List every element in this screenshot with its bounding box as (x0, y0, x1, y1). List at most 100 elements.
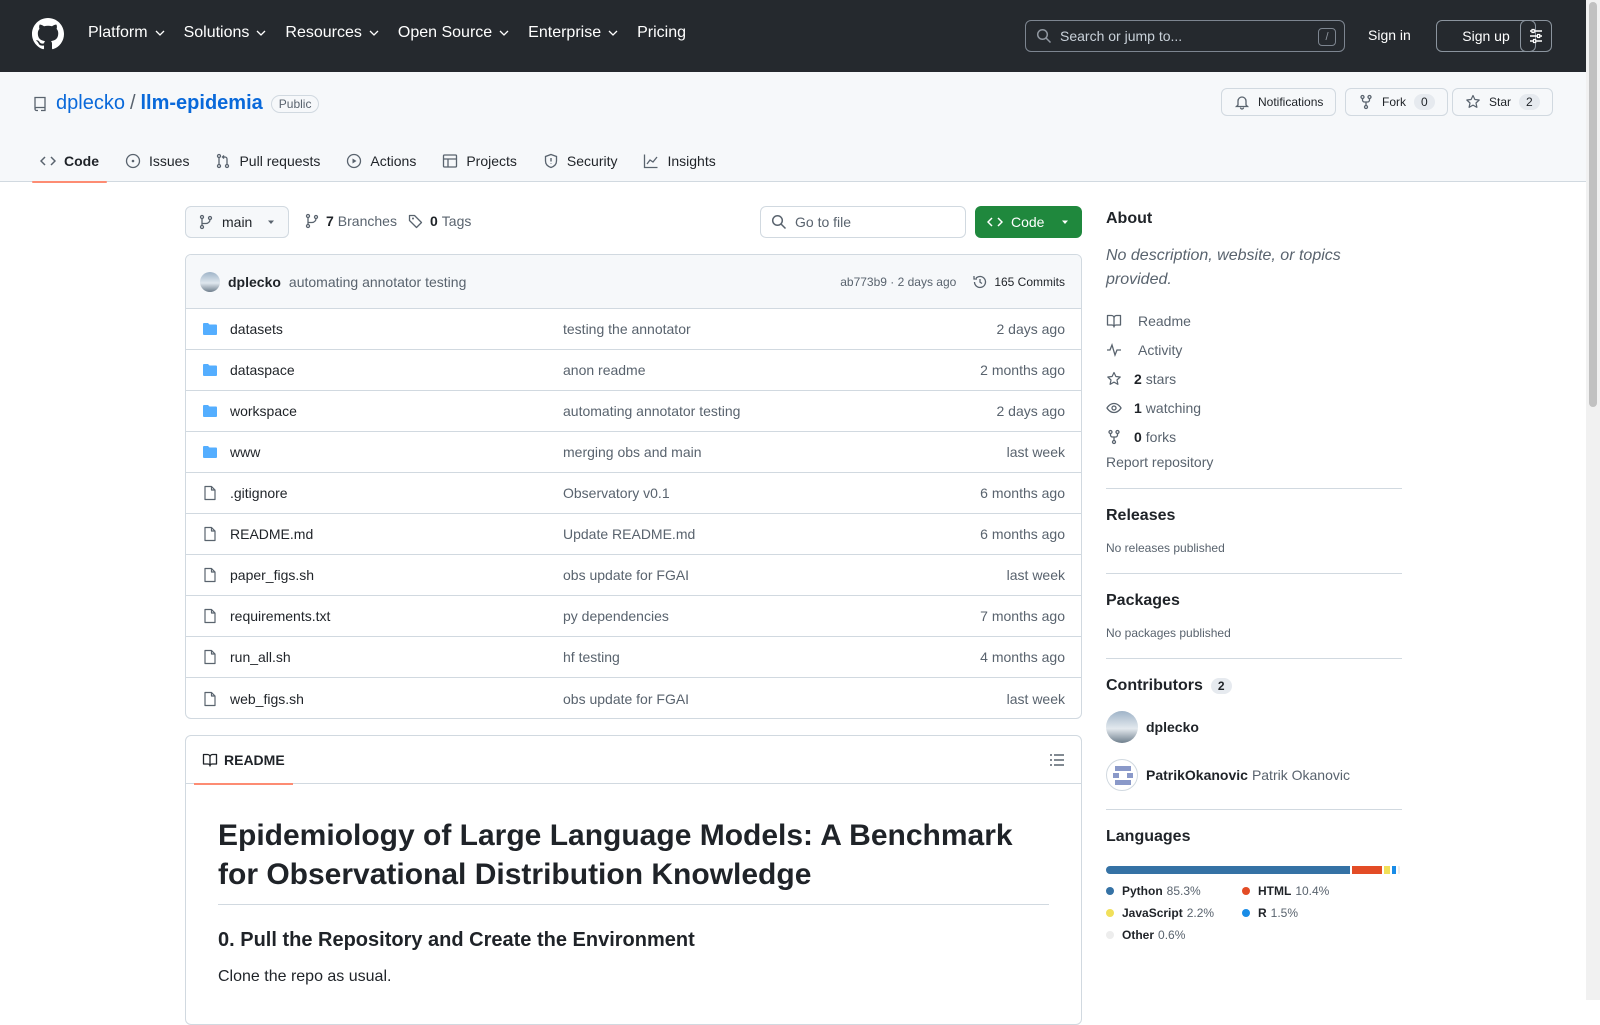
file-name-link[interactable]: web_figs.sh (230, 691, 563, 707)
scrollbar-thumb[interactable] (1589, 2, 1597, 407)
nav-solutions[interactable]: Solutions (184, 24, 268, 42)
file-row: datasets testing the annotator 2 days ago (186, 309, 1081, 350)
file-icon (204, 649, 216, 665)
file-commit-message[interactable]: anon readme (563, 362, 980, 378)
file-icon (204, 485, 216, 501)
commits-history-link[interactable]: 165 Commits (972, 274, 1065, 290)
file-commit-message[interactable]: Update README.md (563, 526, 980, 542)
file-name-link[interactable]: run_all.sh (230, 649, 563, 665)
commit-message[interactable]: automating annotator testing (289, 274, 466, 290)
nav-resources[interactable]: Resources (285, 24, 379, 42)
file-commit-message[interactable]: automating annotator testing (563, 403, 997, 419)
fork-button[interactable]: Fork 0 (1345, 88, 1448, 116)
tab-issues[interactable]: Issues (117, 140, 197, 182)
language-bar-segment (1392, 866, 1397, 874)
file-row: workspace automating annotator testing 2 d… (186, 391, 1081, 432)
file-commit-message[interactable]: py dependencies (563, 608, 980, 624)
commit-hash-time[interactable]: ab773b9 · 2 days ago (840, 275, 956, 289)
file-name-link[interactable]: www (230, 444, 563, 460)
tab-actions[interactable]: Actions (338, 140, 424, 182)
language-item[interactable]: JavaScript 2.2% (1106, 906, 1226, 920)
file-commit-date: 2 days ago (996, 321, 1066, 337)
star-button[interactable]: Star 2 (1452, 88, 1553, 116)
branch-selector[interactable]: main (185, 206, 289, 238)
star-count: 2 (1519, 94, 1540, 110)
file-row: .gitignore Observatory v0.1 6 months ago (186, 473, 1081, 514)
file-name-link[interactable]: datasets (230, 321, 563, 337)
git-pull-request-icon (217, 153, 230, 169)
readme-panel: README Epidemiology of Large Language Mo… (185, 735, 1082, 1025)
file-commit-message[interactable]: obs update for FGAI (563, 691, 1007, 707)
avatar[interactable] (1106, 711, 1138, 743)
file-name-link[interactable]: dataspace (230, 362, 563, 378)
language-color-dot (1106, 887, 1114, 895)
file-icon (204, 608, 216, 624)
watchers-link[interactable]: 1 watching (1106, 393, 1402, 422)
file-name-link[interactable]: .gitignore (230, 485, 563, 501)
report-repository-link[interactable]: Report repository (1106, 454, 1402, 470)
file-commit-message[interactable]: Observatory v0.1 (563, 485, 980, 501)
folder-icon (203, 323, 217, 335)
file-name-link[interactable]: workspace (230, 403, 563, 419)
contributor-item[interactable]: dplecko (1106, 711, 1402, 743)
identicon-icon (1113, 766, 1133, 785)
file-commit-message[interactable]: testing the annotator (563, 321, 997, 337)
readme-paragraph: Clone the repo as usual. (218, 968, 392, 985)
activity-link[interactable]: Activity (1106, 335, 1402, 364)
branches-link[interactable]: 7 Branches (304, 213, 397, 229)
settings-menu-button[interactable] (1520, 20, 1552, 52)
sign-in-link[interactable]: Sign in (1368, 27, 1411, 43)
file-browser: dplecko automating annotator testing ab7… (185, 254, 1082, 719)
language-bar-segment (1398, 866, 1400, 874)
repo-owner-link[interactable]: dplecko (56, 92, 125, 115)
code-dropdown-button[interactable]: Code (975, 206, 1082, 238)
readme-tab[interactable]: README (194, 736, 293, 785)
github-logo-icon[interactable] (32, 18, 64, 50)
file-commit-date: 2 months ago (980, 362, 1065, 378)
readme-link[interactable]: Readme (1106, 306, 1402, 335)
page-scrollbar[interactable] (1586, 0, 1600, 1000)
folder-icon (203, 446, 217, 458)
outline-list-icon[interactable] (1049, 752, 1065, 768)
contributors-title[interactable]: Contributors 2 (1106, 677, 1402, 695)
file-commit-message[interactable]: merging obs and main (563, 444, 1007, 460)
language-item[interactable]: Python 85.3% (1106, 884, 1226, 898)
table-icon (443, 154, 458, 168)
nav-open-source[interactable]: Open Source (398, 24, 510, 42)
language-item[interactable]: Other 0.6% (1106, 928, 1226, 942)
file-name-link[interactable]: requirements.txt (230, 608, 563, 624)
repo-name-link[interactable]: llm-epidemia (141, 92, 263, 115)
file-commit-message[interactable]: hf testing (563, 649, 980, 665)
language-color-dot (1242, 887, 1250, 895)
tab-code[interactable]: Code (32, 140, 107, 183)
book-icon (1106, 314, 1122, 328)
file-name-link[interactable]: README.md (230, 526, 563, 542)
contributor-item[interactable]: PatrikOkanovic Patrik Okanovic (1106, 759, 1402, 791)
repo-icon (34, 96, 46, 111)
packages-title[interactable]: Packages (1106, 592, 1402, 610)
forks-link[interactable]: 0 forks (1106, 422, 1402, 451)
releases-title[interactable]: Releases (1106, 507, 1402, 525)
file-commit-message[interactable]: obs update for FGAI (563, 567, 1007, 583)
tags-link[interactable]: 0 Tags (408, 213, 471, 229)
tab-security[interactable]: Security (535, 140, 626, 182)
commit-author[interactable]: dplecko (228, 274, 281, 290)
file-commit-date: 2 days ago (996, 403, 1066, 419)
tab-pull-requests[interactable]: Pull requests (207, 140, 328, 182)
language-item[interactable]: HTML 10.4% (1242, 884, 1362, 898)
notifications-button[interactable]: Notifications (1221, 88, 1337, 116)
language-item[interactable]: R 1.5% (1242, 906, 1362, 920)
stars-link[interactable]: 2 stars (1106, 364, 1402, 393)
caret-down-icon (268, 220, 274, 224)
search-input[interactable]: Search or jump to... / (1025, 20, 1345, 52)
file-icon (204, 691, 216, 706)
tab-insights[interactable]: Insights (635, 140, 723, 182)
nav-enterprise[interactable]: Enterprise (528, 24, 619, 42)
nav-platform[interactable]: Platform (88, 24, 166, 42)
nav-pricing[interactable]: Pricing (637, 24, 686, 42)
avatar[interactable] (200, 271, 220, 292)
avatar[interactable] (1106, 759, 1138, 791)
go-to-file-input[interactable]: Go to file (760, 206, 966, 238)
tab-projects[interactable]: Projects (434, 140, 525, 182)
file-name-link[interactable]: paper_figs.sh (230, 567, 563, 583)
